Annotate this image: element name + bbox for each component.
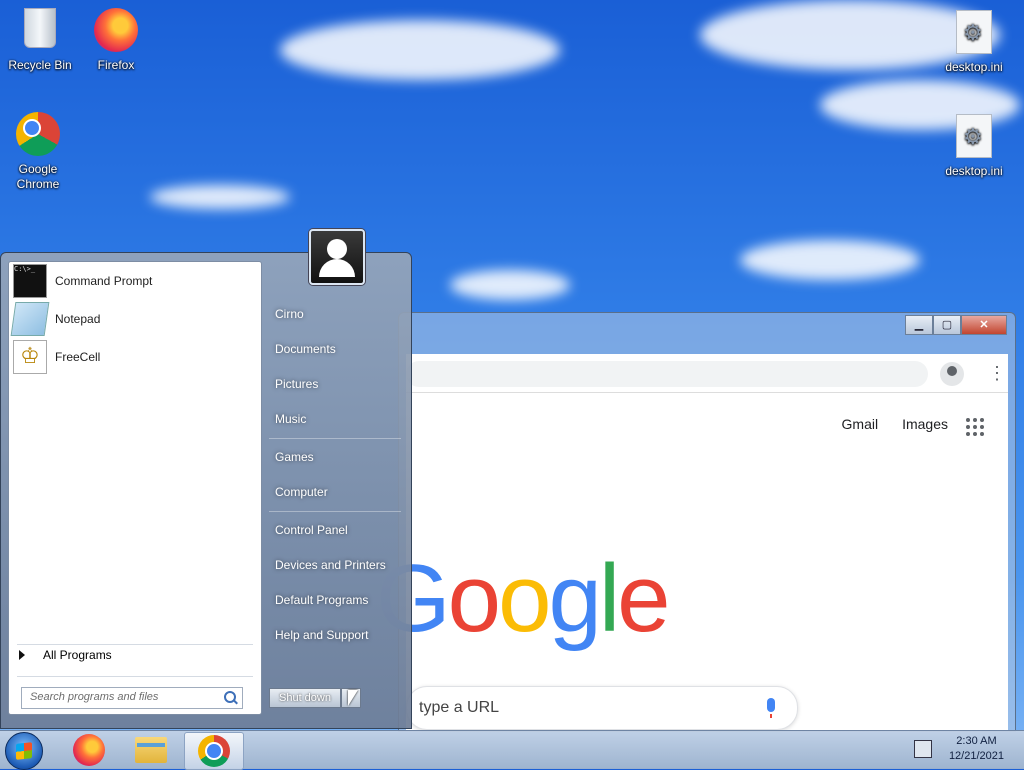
clock-time: 2:30 AM xyxy=(956,735,997,747)
chrome-window[interactable]: ▁ ▢ ✕ ⋮ Gmail Images Google type a URL xyxy=(376,312,1016,732)
shutdown-button[interactable]: Shut down xyxy=(269,688,341,708)
logo-letter: o xyxy=(498,545,551,652)
program-label: FreeCell xyxy=(55,350,101,364)
desktop-icon-desktop-ini[interactable]: desktop.ini xyxy=(936,10,1012,75)
divider xyxy=(269,511,401,512)
browser-content: ⋮ Gmail Images Google type a URL xyxy=(376,354,1008,731)
search-placeholder: Search programs and files xyxy=(30,691,159,703)
logo-letter: e xyxy=(617,545,670,652)
logo-letter: g xyxy=(548,545,601,652)
arrow-right-icon xyxy=(19,650,25,660)
divider xyxy=(17,644,253,645)
program-label: Notepad xyxy=(55,312,101,326)
apps-grid-icon[interactable] xyxy=(966,418,984,436)
taskbar-firefox[interactable] xyxy=(60,732,118,768)
start-link-documents[interactable]: Documents xyxy=(275,342,336,356)
taskbar-explorer[interactable] xyxy=(122,732,180,768)
desktop-icon-label: desktop.ini xyxy=(945,60,1003,74)
search-placeholder: type a URL xyxy=(419,699,500,716)
program-command-prompt[interactable]: C:\>_ Command Prompt xyxy=(13,264,253,298)
all-programs-label: All Programs xyxy=(43,648,112,662)
user-avatar[interactable] xyxy=(309,229,365,285)
close-button[interactable]: ✕ xyxy=(961,315,1007,335)
address-bar[interactable] xyxy=(406,361,928,387)
ini-file-icon xyxy=(950,114,998,162)
start-link-control-panel[interactable]: Control Panel xyxy=(275,523,348,537)
start-menu-programs-pane: C:\>_ Command Prompt Notepad ♔ FreeCell … xyxy=(8,261,262,715)
minimize-button[interactable]: ▁ xyxy=(905,315,933,335)
google-search-box[interactable]: type a URL xyxy=(406,686,798,730)
desktop-icon-google-chrome[interactable]: Google Chrome xyxy=(0,112,76,192)
folder-icon xyxy=(135,737,167,763)
start-link-computer[interactable]: Computer xyxy=(275,485,328,499)
desktop-icon-desktop-ini[interactable]: desktop.ini xyxy=(936,114,1012,179)
desktop-icon-recycle-bin[interactable]: Recycle Bin xyxy=(2,8,78,73)
profile-icon[interactable] xyxy=(940,362,964,386)
toolbar: ⋮ xyxy=(406,354,1008,393)
program-freecell[interactable]: ♔ FreeCell xyxy=(13,340,253,374)
logo-letter: l xyxy=(598,545,620,652)
firefox-icon xyxy=(92,8,140,56)
google-logo: Google xyxy=(376,544,671,654)
maximize-button[interactable]: ▢ xyxy=(933,315,961,335)
desktop-icon-label: Recycle Bin xyxy=(8,58,72,72)
start-link-user[interactable]: Cirno xyxy=(275,307,304,321)
google-links: Gmail Images xyxy=(842,416,948,432)
network-icon[interactable] xyxy=(914,740,932,758)
taskbar: 2:30 AM 12/21/2021 xyxy=(0,730,1024,770)
start-link-pictures[interactable]: Pictures xyxy=(275,377,318,391)
menu-kebab-icon[interactable]: ⋮ xyxy=(988,362,1006,386)
desktop-icon-label: Chrome xyxy=(16,177,60,191)
window-controls: ▁ ▢ ✕ xyxy=(905,315,1007,335)
program-notepad[interactable]: Notepad xyxy=(10,302,253,336)
start-search-input[interactable]: Search programs and files xyxy=(21,687,243,709)
clock[interactable]: 2:30 AM 12/21/2021 xyxy=(949,734,1004,764)
taskbar-chrome[interactable] xyxy=(184,732,244,770)
firefox-icon xyxy=(73,734,105,766)
ini-file-icon xyxy=(950,10,998,58)
cloud xyxy=(150,185,290,209)
gmail-link[interactable]: Gmail xyxy=(842,416,879,432)
command-prompt-icon: C:\>_ xyxy=(13,264,47,298)
program-label: Command Prompt xyxy=(55,274,153,288)
start-link-games[interactable]: Games xyxy=(275,450,314,464)
notepad-icon xyxy=(10,302,50,336)
search-icon[interactable] xyxy=(224,691,236,703)
recycle-bin-icon xyxy=(16,8,64,56)
desktop-icon-label: Google xyxy=(18,162,58,176)
cloud xyxy=(740,240,920,280)
images-link[interactable]: Images xyxy=(902,416,948,432)
chrome-icon xyxy=(14,112,62,160)
start-menu: C:\>_ Command Prompt Notepad ♔ FreeCell … xyxy=(0,229,412,729)
start-link-default-programs[interactable]: Default Programs xyxy=(275,593,368,607)
start-link-devices-printers[interactable]: Devices and Printers xyxy=(275,558,386,572)
chrome-icon xyxy=(198,735,230,767)
start-button[interactable] xyxy=(5,732,43,770)
logo-letter: o xyxy=(447,545,501,652)
all-programs-button[interactable]: All Programs xyxy=(19,648,112,662)
start-link-music[interactable]: Music xyxy=(275,412,306,426)
start-link-help-support[interactable]: Help and Support xyxy=(275,628,368,642)
desktop-icon-firefox[interactable]: Firefox xyxy=(78,8,154,73)
mouse-cursor xyxy=(348,690,358,706)
divider xyxy=(17,676,253,677)
clock-date: 12/21/2021 xyxy=(948,750,1004,762)
desktop-icon-label: desktop.ini xyxy=(945,164,1003,178)
cloud xyxy=(450,270,570,300)
desktop-icon-label: Firefox xyxy=(97,58,135,72)
microphone-icon[interactable] xyxy=(767,698,775,718)
cloud xyxy=(280,20,560,80)
freecell-icon: ♔ xyxy=(13,340,47,374)
divider xyxy=(269,438,401,439)
